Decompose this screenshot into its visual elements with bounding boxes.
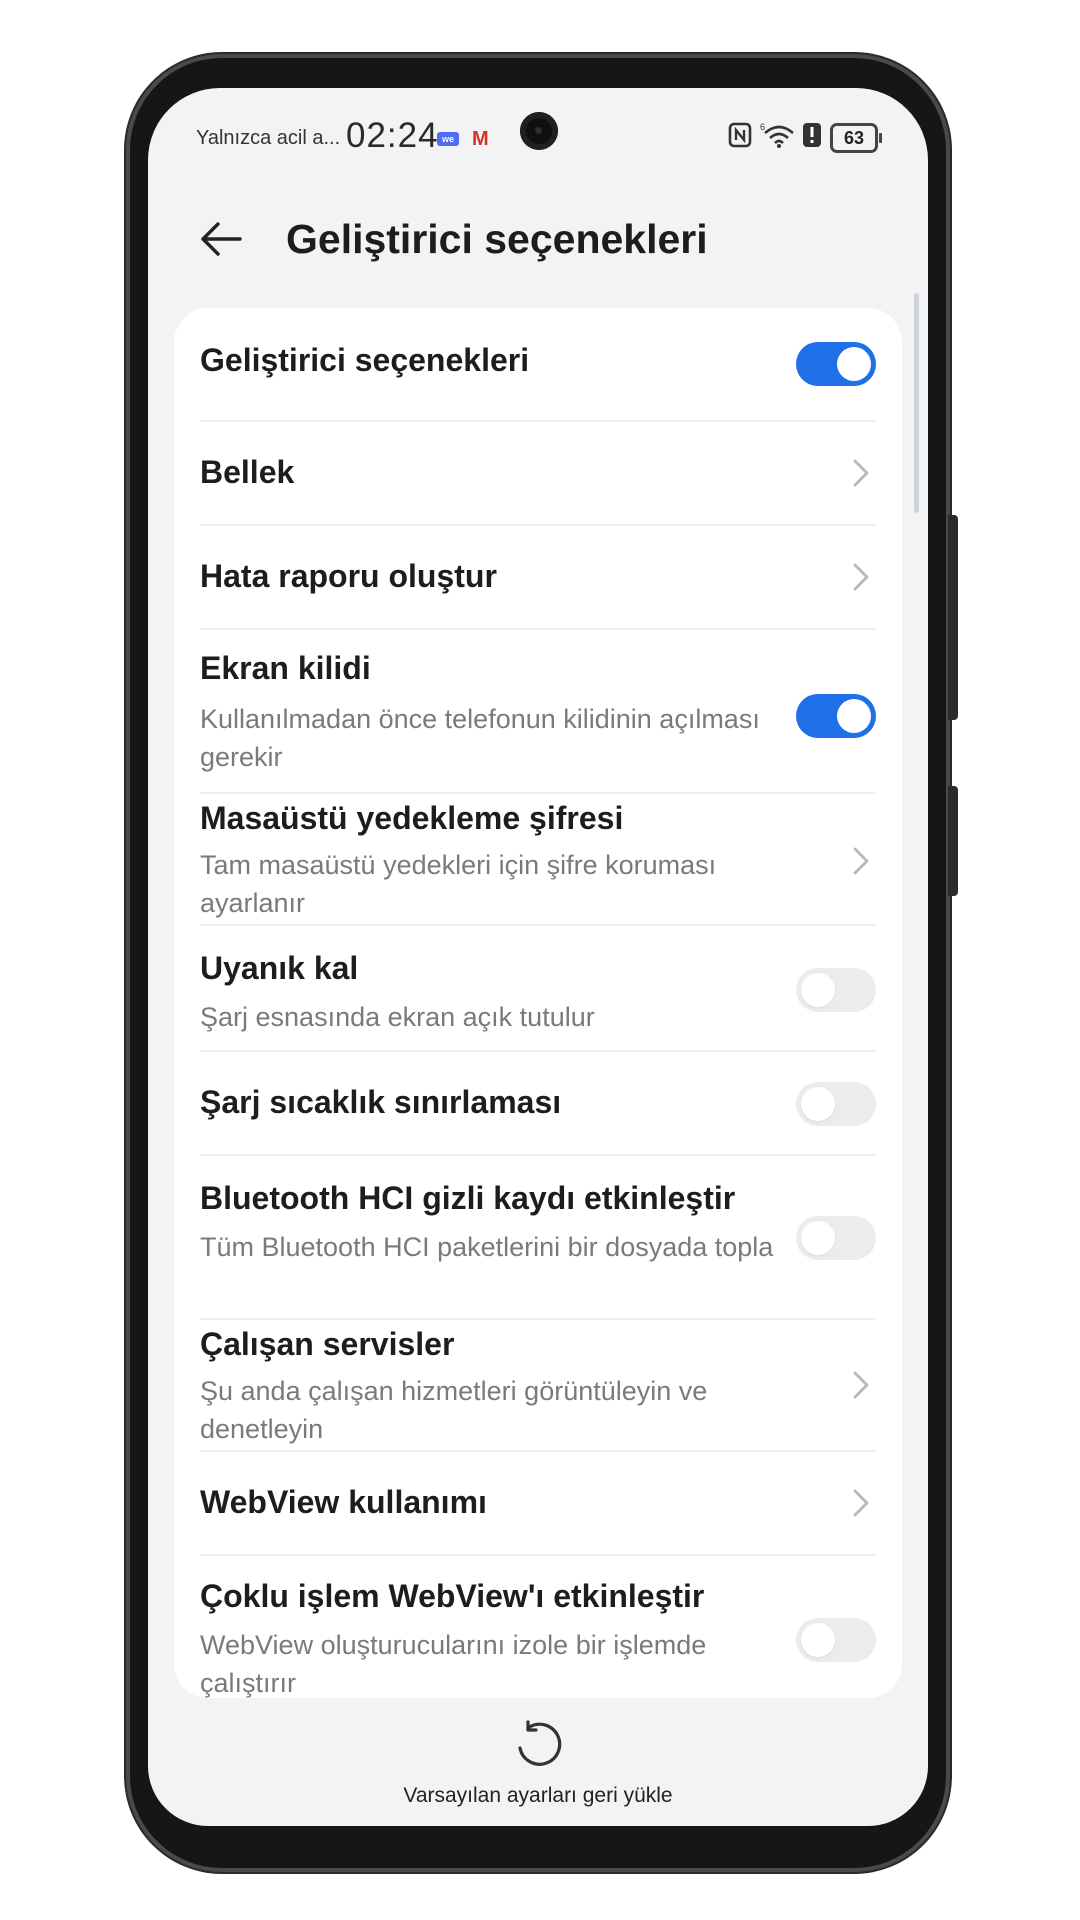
developer-options-toggle[interactable] [796,342,876,386]
chevron-right-icon [853,459,869,487]
setting-row-bluetooth-hci-log[interactable]: Bluetooth HCI gizli kaydı etkinleştir Tü… [200,1156,876,1318]
chevron-right-icon [853,847,869,875]
setting-row-screen-lock[interactable]: Ekran kilidi Kullanılmadan önce telefonu… [200,630,876,792]
setting-label: WebView kullanımı [200,1484,487,1520]
battery-icon: 63 [830,123,882,153]
toggle-knob [837,347,871,381]
toggle-knob [801,1623,835,1657]
wifi-icon: 6 [760,121,794,155]
power-button [948,786,958,896]
status-bar: Yalnızca acil a... 02:24 we M 6 63 [148,88,928,178]
setting-label: Bluetooth HCI gizli kaydı etkinleştir [200,1180,736,1216]
alert-icon [802,122,822,154]
setting-subtitle: Şu anda çalışan hizmetleri görüntüleyin … [200,1376,708,1444]
toggle-knob [837,699,871,733]
setting-row-running-services[interactable]: Çalışan servisler Şu anda çalışan hizmet… [200,1320,876,1450]
status-icons: 6 63 [728,121,882,155]
setting-row-charge-temp-limit[interactable]: Şarj sıcaklık sınırlaması [200,1052,876,1154]
app-header: Geliştirici seçenekleri [148,198,928,284]
setting-subtitle: Şarj esnasında ekran açık tutulur [200,1002,595,1032]
gmail-icon: M [472,128,489,150]
multiprocess-webview-toggle[interactable] [796,1618,876,1662]
setting-label: Geliştirici seçenekleri [200,342,530,378]
setting-row-stay-awake[interactable]: Uyanık kal Şarj esnasında ekran açık tut… [200,926,876,1050]
setting-subtitle: Tam masaüstü yedekleri için şifre koruma… [200,850,717,918]
chevron-right-icon [853,1489,869,1517]
arrow-left-icon [201,222,242,256]
screen: Yalnızca acil a... 02:24 we M 6 63 Geliş… [148,88,928,1826]
toggle-knob [801,1221,835,1255]
svg-text:6: 6 [760,122,765,132]
setting-label: Bellek [200,454,295,490]
charge-temp-limit-toggle[interactable] [796,1082,876,1126]
setting-label: Masaüstü yedekleme şifresi [200,800,624,836]
setting-row-developer-options[interactable]: Geliştirici seçenekleri [200,308,876,420]
setting-label: Ekran kilidi [200,650,371,686]
setting-label: Şarj sıcaklık sınırlaması [200,1084,562,1120]
setting-label: Hata raporu oluştur [200,558,497,594]
page-title: Geliştirici seçenekleri [286,216,708,262]
volume-button [948,515,958,720]
chevron-right-icon [853,563,869,591]
chevron-right-icon [853,1371,869,1399]
bluetooth-hci-toggle[interactable] [796,1216,876,1260]
nfc-icon [728,122,752,154]
settings-card: Geliştirici seçenekleri Bellek Hata rapo… [174,308,902,1698]
stay-awake-toggle[interactable] [796,968,876,1012]
carrier-text: Yalnızca acil a... [196,127,341,149]
front-camera [520,112,558,150]
setting-row-webview-implementation[interactable]: WebView kullanımı [200,1452,876,1554]
setting-row-desktop-backup-password[interactable]: Masaüstü yedekleme şifresi Tam masaüstü … [200,794,876,924]
setting-subtitle: Kullanılmadan önce telefonun kilidinin a… [200,704,760,772]
setting-label: Çoklu işlem WebView'ı etkinleştir [200,1578,705,1614]
setting-label: Uyanık kal [200,950,359,986]
reset-defaults-label: Varsayılan ayarları geri yükle [403,1784,673,1807]
app-notification-icon: we [437,132,459,146]
restore-icon [518,1720,562,1766]
screen-lock-toggle[interactable] [796,694,876,738]
setting-row-bug-report[interactable]: Hata raporu oluştur [200,526,876,628]
setting-label: Çalışan servisler [200,1326,455,1362]
scrollbar[interactable] [914,293,919,513]
setting-row-memory[interactable]: Bellek [200,422,876,524]
toggle-knob [801,1087,835,1121]
clock: 02:24 [346,116,439,155]
setting-subtitle: Tüm Bluetooth HCI paketlerini bir dosyad… [200,1232,774,1262]
toggle-knob [801,973,835,1007]
reset-defaults-button[interactable]: Varsayılan ayarları geri yükle [148,1718,928,1818]
setting-subtitle: WebView oluşturucularını izole bir işlem… [200,1630,707,1698]
setting-row-multiprocess-webview[interactable]: Çoklu işlem WebView'ı etkinleştir WebVie… [200,1556,876,1698]
back-button[interactable] [198,216,244,262]
